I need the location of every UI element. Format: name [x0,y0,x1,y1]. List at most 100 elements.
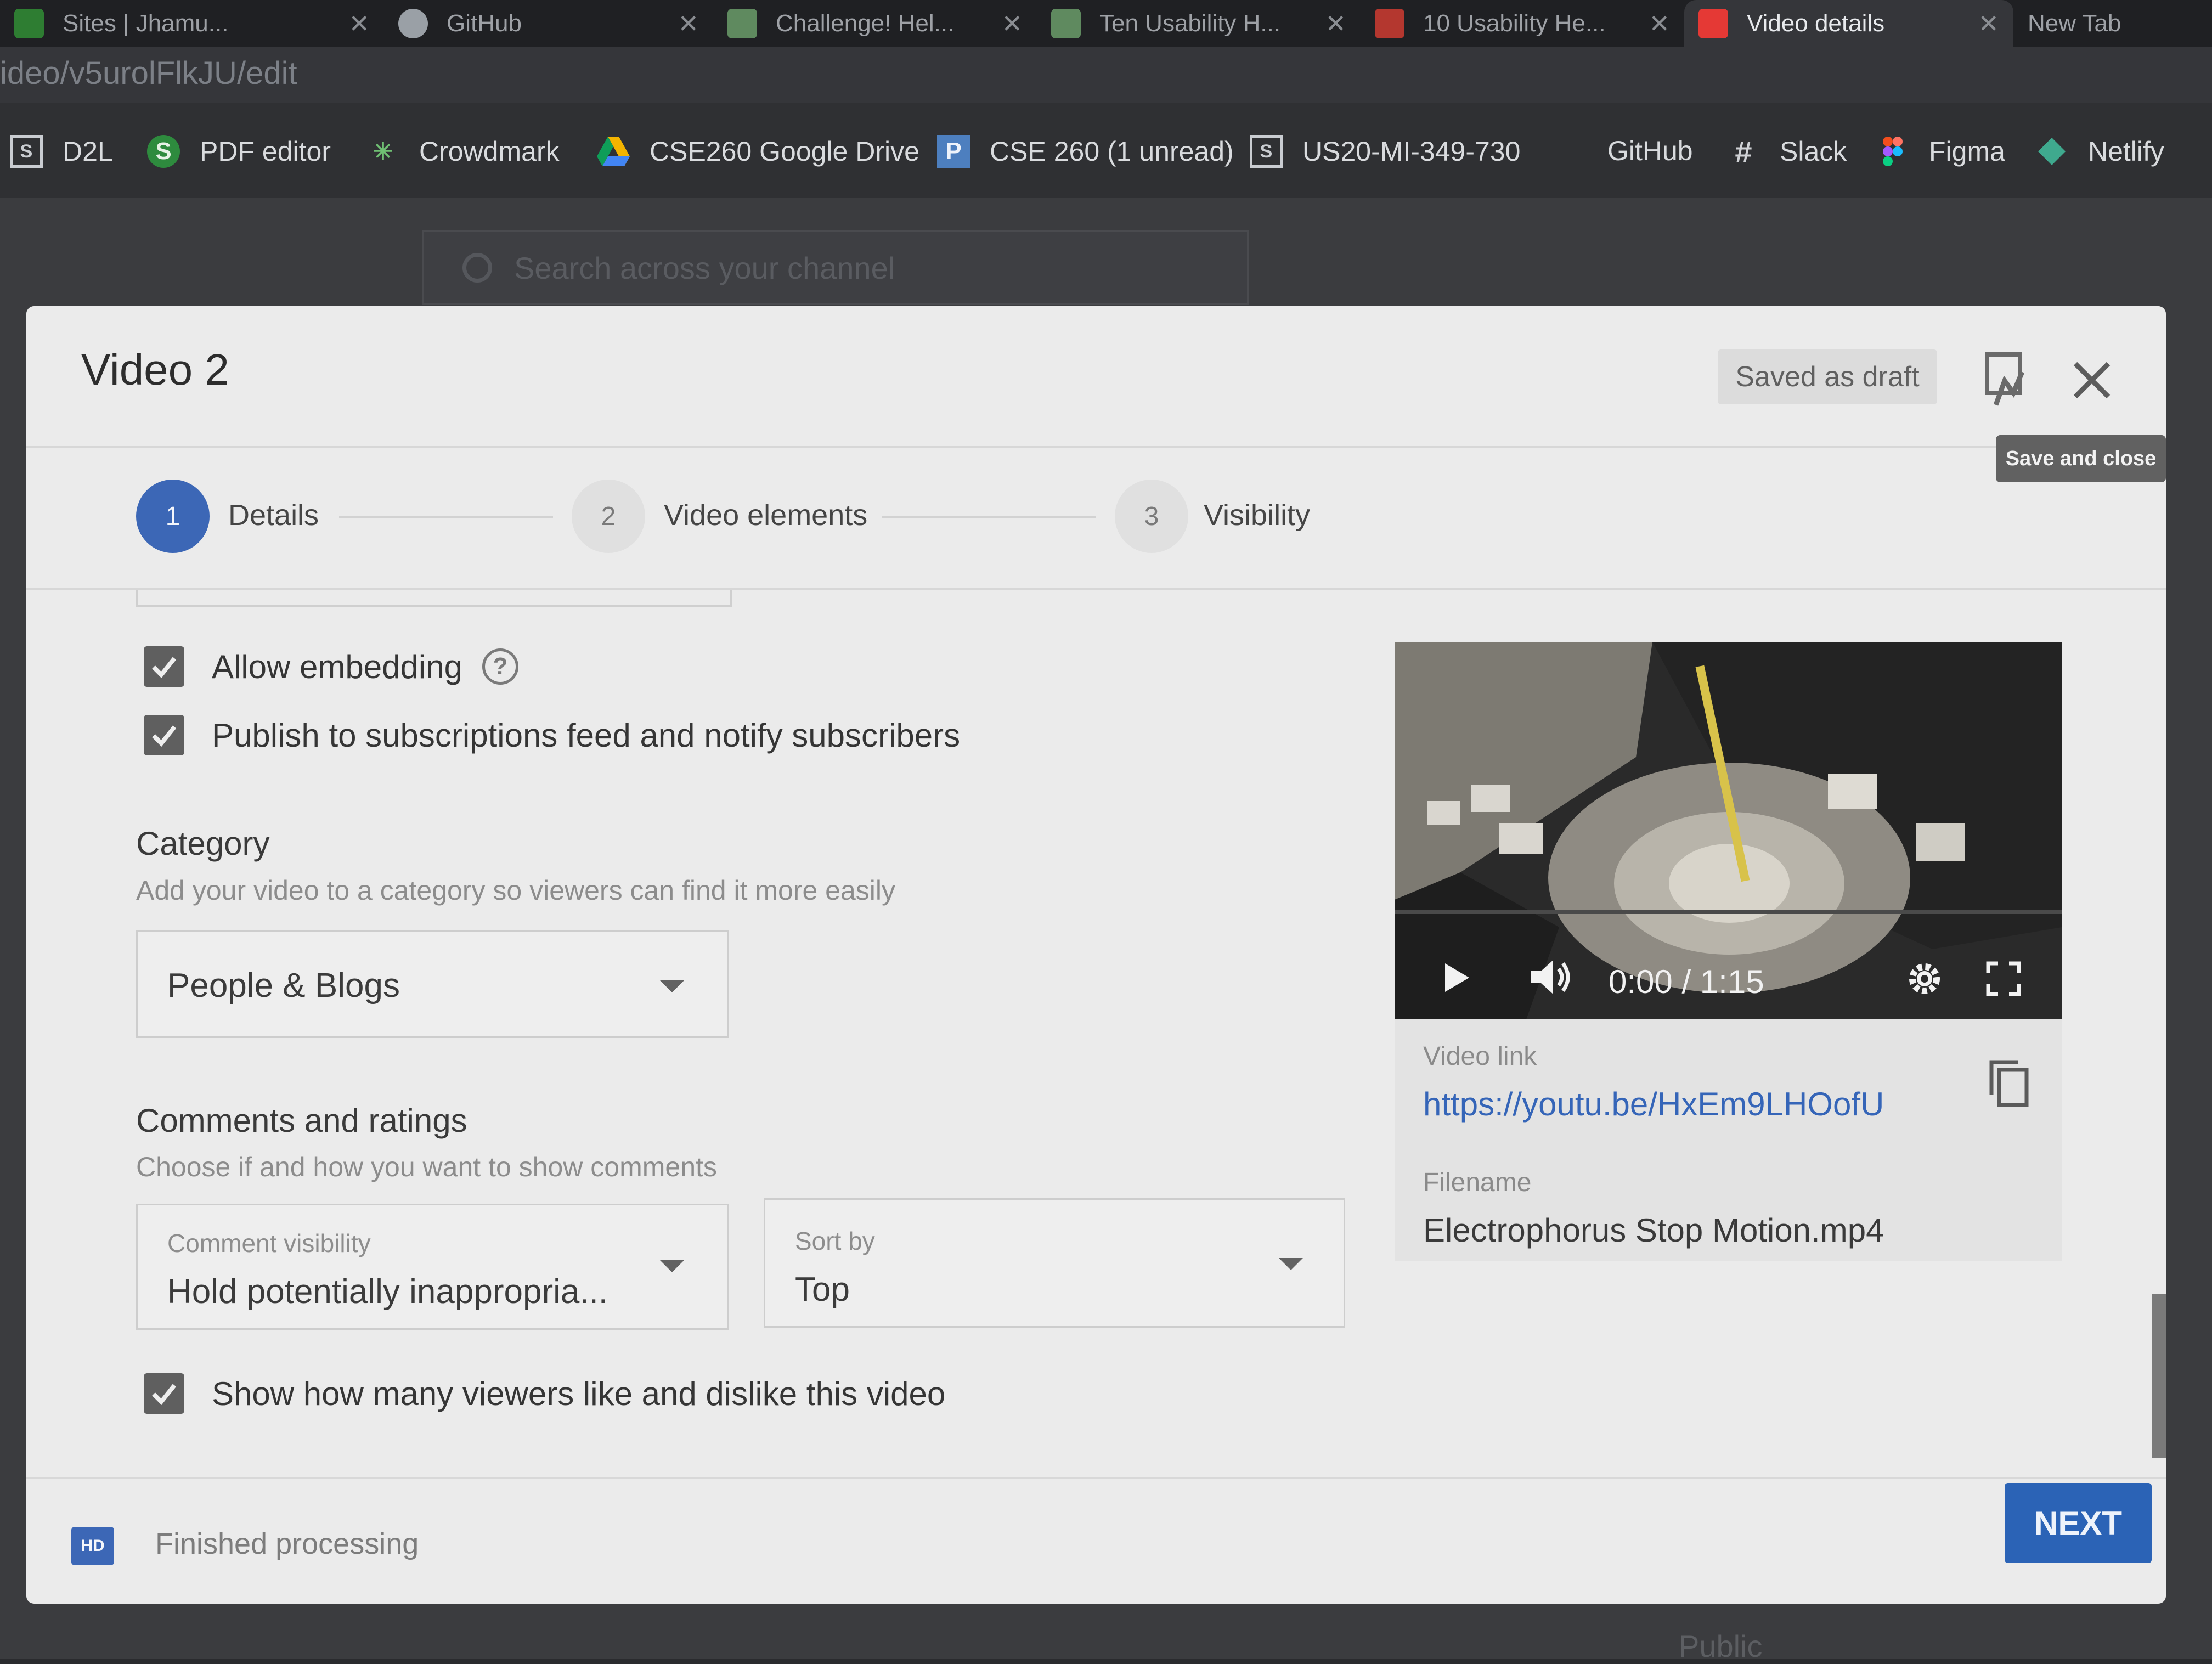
category-select[interactable]: People & Blogs [136,930,729,1038]
netlify-icon [2035,135,2068,168]
comment-visibility-select[interactable]: Comment visibility Hold potentially inap… [136,1204,729,1330]
allow-embedding-row: Allow embedding ? [144,646,518,687]
search-placeholder: Search across your channel [514,250,895,285]
hd-badge-icon: HD [71,1527,114,1565]
tab-close-icon[interactable]: ✕ [348,9,370,38]
tab-close-icon[interactable]: ✕ [1325,9,1346,38]
google-drive-icon [597,135,630,168]
address-url[interactable]: ideo/v5urolFlkJU/edit [0,55,297,92]
tab-title: Sites | Jhamu... [63,10,229,37]
tab-close-icon[interactable]: ✕ [1978,9,1999,38]
tab-title: 10 Usability He... [1423,10,1606,37]
video-preview-player[interactable]: 0:00 / 1:15 [1395,642,2062,1019]
search-icon [462,253,492,283]
video-time: 0:00 / 1:15 [1609,963,1764,1000]
browser-tab-bar: Sites | Jhamu... ✕ GitHub ✕ Challenge! H… [0,0,2212,47]
category-subtitle: Add your video to a category so viewers … [136,875,896,906]
show-ratings-label: Show how many viewers like and dislike t… [212,1375,946,1412]
comments-title: Comments and ratings [136,1102,467,1139]
tab-close-icon[interactable]: ✕ [678,9,699,38]
d2l-icon: S [1250,135,1283,168]
tab-close-icon[interactable]: ✕ [1649,9,1670,38]
browser-tab[interactable]: 10 Usability He... ✕ [1361,0,1684,47]
bookmark-figma[interactable]: Figma [1876,135,2005,168]
chevron-down-icon [1279,1258,1303,1270]
sort-by-select[interactable]: Sort by Top [764,1198,1345,1328]
allow-embedding-checkbox[interactable] [144,646,184,687]
bookmark-cse260-piazza[interactable]: P CSE 260 (1 unread) [937,135,1234,168]
tab-favicon-icon [398,9,428,38]
category-value: People & Blogs [167,967,400,1005]
browser-tab[interactable]: Sites | Jhamu... ✕ [0,0,384,47]
step-details-label[interactable]: Details [228,498,319,532]
bookmark-label: GitHub [1607,136,1693,166]
video-link[interactable]: https://youtu.be/HxEm9LHOofU [1423,1085,1884,1123]
settings-gear-icon[interactable] [1905,959,1944,1001]
figma-icon [1876,135,1909,168]
tab-favicon-icon [1051,9,1081,38]
bookmark-netlify[interactable]: Netlify [2035,135,2164,168]
step-number: 1 [165,501,180,531]
chevron-down-icon [660,1260,684,1272]
bookmark-label: CSE260 Google Drive [650,136,919,167]
tab-favicon-icon [1375,9,1404,38]
bookmark-us20[interactable]: S US20-MI-349-730 [1250,135,1520,168]
tab-title: GitHub [447,10,522,37]
browser-tab[interactable]: GitHub ✕ [384,0,713,47]
show-ratings-checkbox[interactable] [144,1373,184,1414]
channel-search-input[interactable]: Search across your channel [422,230,1249,305]
publish-feed-checkbox[interactable] [144,715,184,755]
bookmark-pdf-editor[interactable]: S PDF editor [147,135,331,168]
filename-label: Filename [1423,1168,1532,1197]
bookmark-label: Netlify [2088,136,2164,167]
bookmark-d2l[interactable]: S D2L [10,135,113,168]
step-connector [882,516,1096,518]
bookmark-github[interactable]: GitHub [1607,135,1693,167]
browser-tab[interactable]: Ten Usability H... ✕ [1037,0,1361,47]
help-icon[interactable]: ? [482,648,518,685]
next-button[interactable]: NEXT [2005,1483,2152,1563]
step-visibility-label[interactable]: Visibility [1204,498,1310,532]
tab-title: Challenge! Hel... [776,10,955,37]
address-bar[interactable] [0,47,2212,103]
step-3-circle[interactable]: 3 [1115,480,1188,553]
tab-title: New Tab [2028,10,2121,37]
filename-value: Electrophorus Stop Motion.mp4 [1423,1212,1884,1249]
sort-by-value: Top [795,1271,850,1308]
volume-icon[interactable] [1529,958,1573,999]
play-icon[interactable] [1445,963,1469,992]
browser-tab-active[interactable]: Video details ✕ [1684,0,2013,47]
tab-title: Video details [1747,10,1885,37]
comments-subtitle: Choose if and how you want to show comme… [136,1152,717,1182]
step-1-circle[interactable]: 1 [136,480,210,553]
piazza-icon: P [937,135,970,168]
tab-close-icon[interactable]: ✕ [1001,9,1023,38]
fullscreen-icon[interactable] [1986,961,2021,999]
feedback-icon[interactable] [1979,350,2034,410]
tab-favicon-icon [14,9,44,38]
comment-visibility-label: Comment visibility [167,1229,371,1257]
bookmark-label: D2L [63,136,113,167]
browser-tab[interactable]: New Tab [2013,0,2212,47]
bookmark-crowdmark[interactable]: ✳ Crowdmark [366,135,560,168]
bookmark-cse260-drive[interactable]: CSE260 Google Drive [597,135,919,168]
bookmark-label: Figma [1929,136,2005,167]
youtube-icon [1699,9,1728,38]
d2l-icon: S [10,135,43,168]
background-visibility-text: Public [1679,1629,1763,1663]
step-number: 2 [601,501,616,531]
copy-icon[interactable] [1987,1059,2031,1108]
dialog-scrollbar[interactable] [2152,1294,2166,1458]
step-2-circle[interactable]: 2 [572,480,645,553]
step-video-elements-label[interactable]: Video elements [664,498,867,532]
close-icon[interactable] [2064,353,2119,408]
bookmark-slack[interactable]: # Slack [1727,134,1847,169]
footer-divider [26,1477,2166,1479]
comment-visibility-value: Hold potentially inappropria... [167,1273,608,1311]
chevron-down-icon [660,980,684,992]
video-link-label: Video link [1423,1042,1537,1071]
sort-by-label: Sort by [795,1227,875,1255]
bookmark-label: US20-MI-349-730 [1302,136,1521,167]
browser-tab[interactable]: Challenge! Hel... ✕ [713,0,1037,47]
draft-status-badge: Saved as draft [1718,349,1937,404]
